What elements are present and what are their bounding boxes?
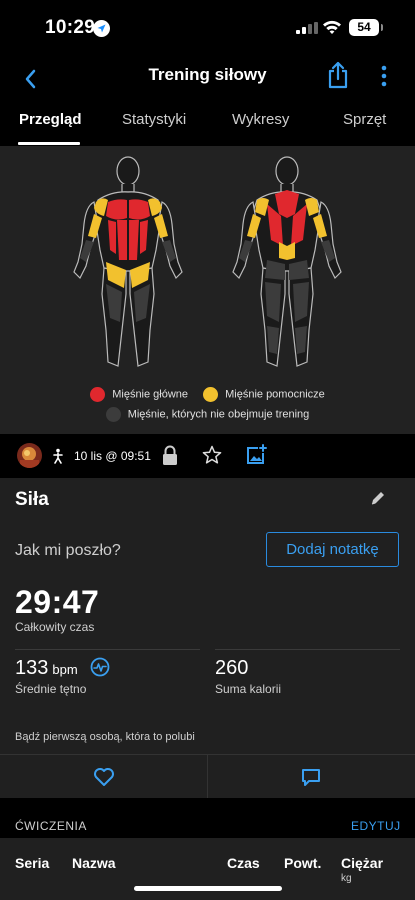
strength-activity-icon [50, 448, 66, 464]
secondary-muscle-dot-icon [203, 387, 219, 402]
calories-value: 260 [215, 657, 249, 679]
avg-heart-rate-unit: bpm [52, 662, 78, 677]
page-title: Trening siłowy [148, 65, 267, 84]
column-reps: Powt. [284, 855, 322, 871]
column-weight: Ciężar [341, 855, 384, 871]
muscle-legend-inactive: Mięśnie, których nie obejmuje trening [0, 407, 415, 422]
active-tab-indicator [18, 142, 80, 145]
avg-heart-rate-value: 133 [15, 657, 49, 679]
like-button[interactable] [93, 767, 115, 787]
activity-date: 10 lis @ 09:51 [74, 449, 151, 463]
battery-icon: 54 [349, 19, 383, 36]
heart-icon [94, 768, 114, 786]
like-prompt: Bądź pierwszą osobą, która to polubi [15, 731, 195, 743]
avg-heart-rate: 133 bpm [15, 657, 78, 680]
divider [15, 649, 200, 650]
avg-heart-rate-label: Średnie tętno [15, 682, 87, 696]
more-options-button[interactable] [374, 62, 394, 92]
activity-info-row: 10 lis @ 09:51 [0, 434, 415, 478]
column-weight-unit: kg [341, 873, 352, 884]
body-back-figure [232, 156, 342, 367]
muscle-map-panel: Mięśnie główne Mięśnie pomocnicze Mięśni… [0, 146, 415, 434]
add-photo-icon[interactable] [245, 444, 267, 466]
pencil-icon[interactable] [370, 490, 386, 506]
total-time-value: 29:47 [15, 584, 100, 620]
comment-icon [302, 769, 320, 786]
tab-statistics[interactable]: Statystyki [122, 111, 186, 128]
wifi-icon [322, 19, 342, 35]
home-indicator[interactable] [134, 886, 282, 891]
social-actions-bar [0, 754, 415, 799]
add-note-button[interactable]: Dodaj notatkę [266, 532, 399, 567]
calories-label: Suma kalorii [215, 682, 282, 696]
tab-overview[interactable]: Przegląd [19, 111, 82, 128]
legend-primary-label: Mięśnie główne [112, 388, 189, 401]
exercises-title: ĆWICZENIA [15, 819, 87, 833]
exercises-section-header: ĆWICZENIA EDYTUJ [0, 798, 415, 838]
column-name: Nazwa [72, 855, 116, 871]
column-set: Seria [15, 855, 50, 871]
primary-muscle-dot-icon [90, 387, 106, 402]
legend-secondary-label: Mięśnie pomocnicze [225, 388, 325, 401]
share-button[interactable] [325, 60, 351, 90]
status-bar: 10:29 54 [0, 0, 415, 56]
heart-rate-icon[interactable] [90, 657, 110, 677]
tab-charts[interactable]: Wykresy [232, 111, 289, 128]
avatar[interactable] [17, 443, 42, 468]
star-icon[interactable] [202, 445, 222, 465]
activity-summary-card: Siła Jak mi poszło? Dodaj notatkę 29:47 … [0, 478, 415, 754]
muscle-legend: Mięśnie główne Mięśnie pomocnicze [0, 387, 415, 402]
activity-name: Siła [15, 489, 49, 510]
inactive-muscle-dot-icon [105, 407, 121, 422]
tab-equipment[interactable]: Sprzęt [343, 111, 386, 128]
more-vertical-icon [381, 65, 387, 87]
location-arrow-icon [93, 20, 110, 37]
total-time-label: Całkowity czas [15, 620, 95, 634]
edit-exercises-button[interactable]: EDYTUJ [351, 819, 401, 833]
divider [207, 755, 208, 799]
status-time: 10:29 [45, 17, 96, 38]
lock-icon[interactable] [161, 445, 179, 466]
legend-inactive-label: Mięśnie, których nie obejmuje trening [127, 408, 310, 421]
how-went-prompt: Jak mi poszło? [15, 542, 121, 559]
cellular-signal-icon [296, 22, 318, 34]
divider [215, 649, 400, 650]
body-front-figure [73, 156, 183, 367]
tab-bar: Przegląd Statystyki Wykresy Sprzęt [0, 100, 415, 146]
comment-button[interactable] [300, 767, 322, 787]
nav-bar: Trening siłowy [0, 56, 415, 100]
column-time: Czas [227, 855, 260, 871]
share-icon [328, 61, 348, 89]
